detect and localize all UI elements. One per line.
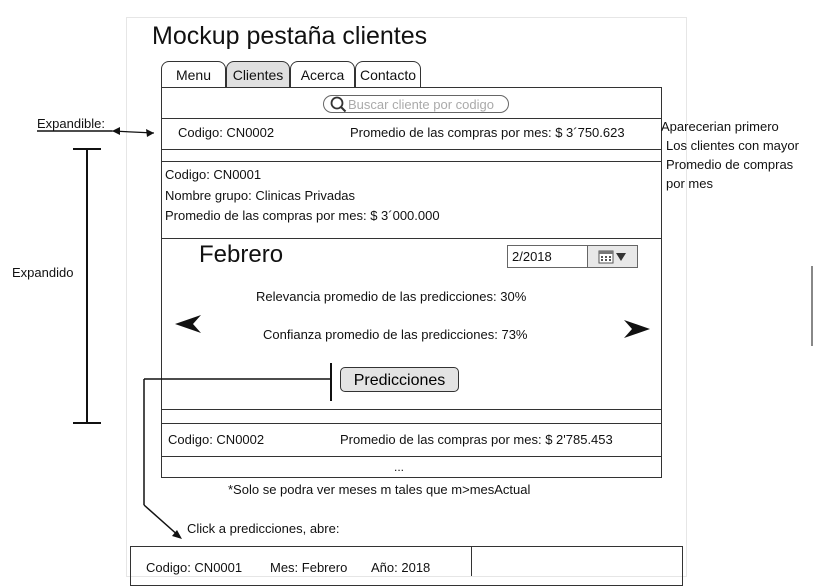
- divider: [471, 546, 472, 576]
- annotation-connectors: [37, 127, 813, 539]
